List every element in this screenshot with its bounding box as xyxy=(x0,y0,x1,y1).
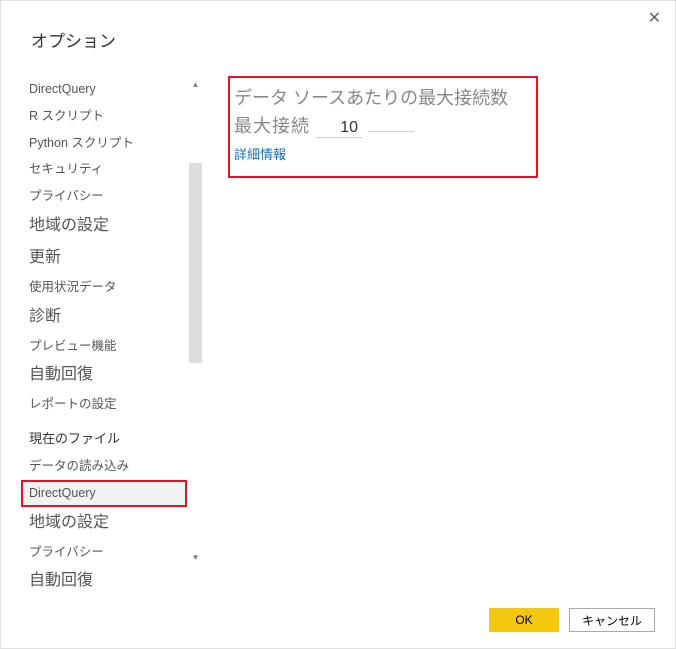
sidebar: DirectQueryR スクリプトPython スクリプトセキュリティプライバ… xyxy=(21,76,187,566)
dialog-content: DirectQueryR スクリプトPython スクリプトセキュリティプライバ… xyxy=(1,52,675,596)
sidebar-item[interactable]: プレビュー機能 xyxy=(21,333,187,360)
options-dialog: ✕ オプション DirectQueryR スクリプトPython スクリプトセキ… xyxy=(0,0,676,649)
sidebar-item[interactable]: データの読み込み xyxy=(21,453,187,480)
sidebar-item[interactable]: 自動回復 xyxy=(21,359,187,391)
sidebar-item[interactable]: Python スクリプト xyxy=(21,130,187,157)
cancel-button[interactable]: キャンセル xyxy=(569,608,655,632)
dialog-footer: OK キャンセル xyxy=(1,596,675,648)
sidebar-section-header: 現在のファイル xyxy=(21,418,187,453)
max-connections-input[interactable] xyxy=(316,119,362,138)
sidebar-item[interactable]: 診断 xyxy=(21,301,187,333)
sidebar-item[interactable]: プライバシー xyxy=(21,539,187,566)
scroll-up-icon[interactable]: ▴ xyxy=(187,76,204,93)
close-icon: ✕ xyxy=(648,10,661,27)
max-connections-row: 最大接続 xyxy=(234,112,524,138)
dialog-title: オプション xyxy=(1,1,675,52)
directquery-panel: データ ソースあたりの最大接続数 最大接続 詳細情報 xyxy=(228,76,538,178)
sidebar-item[interactable]: レポートの設定 xyxy=(21,391,187,418)
scroll-track[interactable] xyxy=(187,93,204,549)
more-info-link[interactable]: 詳細情報 xyxy=(234,147,286,162)
sidebar-item[interactable]: 自動回復 xyxy=(21,565,187,596)
sidebar-item[interactable]: セキュリティ xyxy=(21,156,187,183)
sidebar-item[interactable]: プライバシー xyxy=(21,183,187,210)
sidebar-item[interactable]: 使用状況データ xyxy=(21,274,187,301)
ok-button[interactable]: OK xyxy=(489,608,559,632)
sidebar-item[interactable]: DirectQuery xyxy=(21,480,187,507)
sidebar-item[interactable]: 更新 xyxy=(21,242,187,274)
max-connections-label: 最大接続 xyxy=(234,112,310,138)
sidebar-item[interactable]: DirectQuery xyxy=(21,76,187,103)
input-underline xyxy=(368,114,414,132)
scroll-thumb[interactable] xyxy=(189,163,202,363)
main-panel: データ ソースあたりの最大接続数 最大接続 詳細情報 xyxy=(204,76,675,596)
sidebar-scrollbar[interactable]: ▴ ▾ xyxy=(187,76,204,566)
sidebar-item[interactable]: 地域の設定 xyxy=(21,507,187,539)
sidebar-item[interactable]: R スクリプト xyxy=(21,103,187,130)
sidebar-item[interactable]: 地域の設定 xyxy=(21,210,187,242)
panel-heading: データ ソースあたりの最大接続数 xyxy=(234,84,524,110)
scroll-down-icon[interactable]: ▾ xyxy=(187,549,204,566)
close-button[interactable]: ✕ xyxy=(648,11,661,27)
